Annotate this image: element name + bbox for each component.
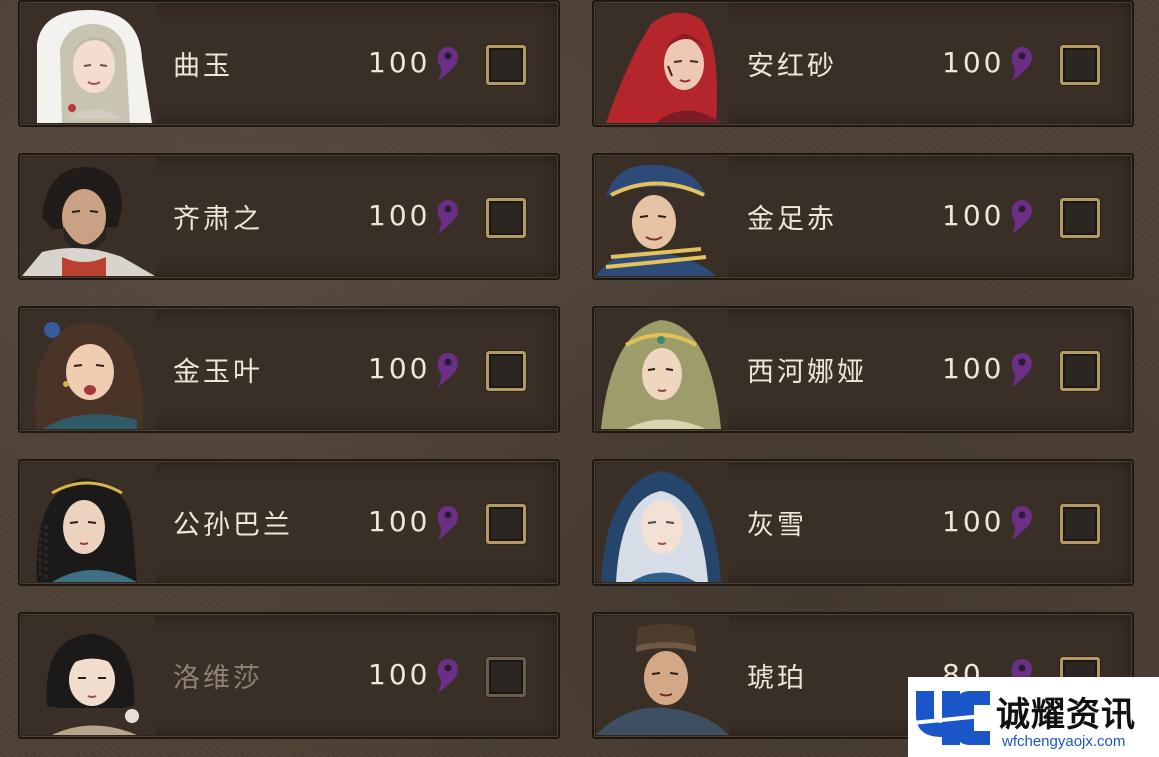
select-checkbox[interactable] [486, 45, 526, 85]
yin-magatama-icon [1011, 506, 1032, 540]
portrait-huixue [596, 463, 729, 582]
character-card-huixue[interactable]: 灰雪 100 [592, 459, 1134, 586]
character-cost: 100 [942, 199, 1005, 232]
select-checkbox[interactable] [1060, 504, 1100, 544]
character-cost: 100 [368, 352, 431, 385]
character-card-anhongsha[interactable]: 安红砂 100 [592, 0, 1134, 127]
select-checkbox[interactable] [1060, 351, 1100, 391]
character-card-gongsunbalan[interactable]: 公孙巴兰 100 [18, 459, 560, 586]
yin-magatama-icon [437, 659, 458, 693]
portrait-luoweisha [22, 616, 155, 735]
portrait-jinyuye [22, 310, 155, 429]
character-name: 金玉叶 [173, 357, 263, 388]
character-cost: 100 [368, 199, 431, 232]
character-name: 安红砂 [747, 51, 837, 82]
character-name: 曲玉 [173, 51, 233, 82]
character-cost: 100 [942, 46, 1005, 79]
yin-magatama-icon [1011, 353, 1032, 387]
select-checkbox[interactable] [1060, 198, 1100, 238]
character-card-jinzuchi[interactable]: 金足赤 100 [592, 153, 1134, 280]
character-card-qisuzhi[interactable]: 齐肃之 100 [18, 153, 560, 280]
watermark-url: wfchengyaojx.com [1002, 733, 1126, 750]
character-card-jinyuye[interactable]: 金玉叶 100 [18, 306, 560, 433]
yin-magatama-icon [1011, 47, 1032, 81]
character-cost: 100 [942, 505, 1005, 538]
select-checkbox[interactable] [486, 657, 526, 697]
watermark-title: 诚耀资讯 [996, 695, 1136, 735]
select-checkbox[interactable] [486, 351, 526, 391]
portrait-quyu [22, 4, 155, 123]
character-name: 琥珀 [747, 663, 807, 694]
watermark-logo-icon [912, 691, 992, 745]
portrait-qisuzhi [22, 157, 155, 276]
select-checkbox[interactable] [486, 504, 526, 544]
yin-magatama-icon [437, 506, 458, 540]
character-name: 洛维莎 [173, 663, 263, 694]
select-checkbox[interactable] [1060, 45, 1100, 85]
character-cost: 100 [368, 46, 431, 79]
character-cost: 100 [368, 658, 431, 691]
character-cost: 100 [368, 505, 431, 538]
character-grid: 曲玉 100 安红砂 100 齐肃之 100 金足赤 100 金玉叶 100 西… [0, 0, 1159, 757]
portrait-anhongsha [596, 4, 729, 123]
portrait-hupo [596, 616, 729, 735]
character-name: 金足赤 [747, 204, 837, 235]
character-card-quyu[interactable]: 曲玉 100 [18, 0, 560, 127]
portrait-gongsunbalan [22, 463, 155, 582]
portrait-jinzuchi [596, 157, 729, 276]
yin-magatama-icon [437, 47, 458, 81]
character-card-xiheynaya[interactable]: 西河娜娅 100 [592, 306, 1134, 433]
character-name: 西河娜娅 [747, 357, 867, 388]
character-card-luoweisha[interactable]: 洛维莎 100 [18, 612, 560, 739]
character-name: 齐肃之 [173, 204, 263, 235]
yin-magatama-icon [437, 200, 458, 234]
portrait-xihenaya [596, 310, 729, 429]
watermark: 诚耀资讯 wfchengyaojx.com [908, 677, 1159, 757]
select-checkbox[interactable] [486, 198, 526, 238]
character-cost: 100 [942, 352, 1005, 385]
yin-magatama-icon [1011, 200, 1032, 234]
character-name: 公孙巴兰 [173, 510, 293, 541]
character-name: 灰雪 [747, 510, 807, 541]
yin-magatama-icon [437, 353, 458, 387]
